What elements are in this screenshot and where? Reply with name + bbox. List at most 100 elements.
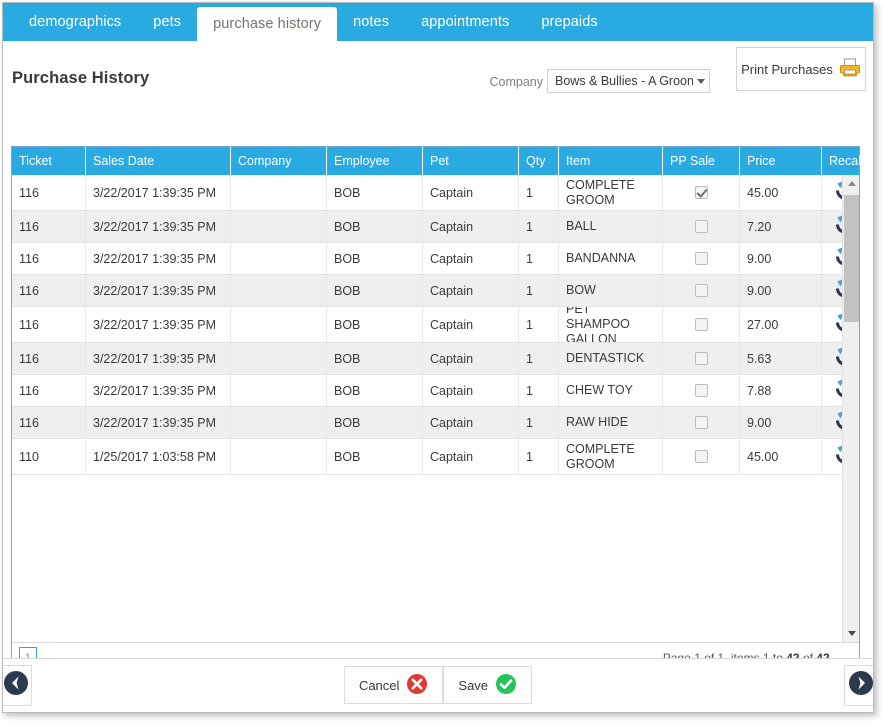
cell-pet: Captain xyxy=(423,275,519,306)
cell-ticket: 116 xyxy=(12,275,86,306)
tab-notes[interactable]: notes xyxy=(337,3,405,41)
cell-pp_sale[interactable] xyxy=(663,307,740,342)
table-row[interactable]: 116 3/22/2017 1:39:35 PM BOB Captain 1 COMPLE… xyxy=(12,175,859,211)
cell-qty: 1 xyxy=(519,275,559,306)
caret-down-icon xyxy=(847,631,856,636)
cell-pp_sale[interactable] xyxy=(663,175,740,210)
pp-sale-checkbox[interactable] xyxy=(694,186,708,199)
pp-sale-checkbox[interactable] xyxy=(694,416,708,429)
grid-header-row: Ticket Sales Date Company Employee Pet Qty Ite… xyxy=(12,147,873,175)
company-label: Company xyxy=(489,75,544,89)
company-dropdown[interactable]: Bows & Bullies - A Groon xyxy=(547,69,710,93)
grid-header-item[interactable]: Item xyxy=(559,147,663,175)
cancel-button[interactable]: Cancel xyxy=(343,666,444,704)
cell-ticket: 116 xyxy=(12,407,86,438)
grid-header-ticket[interactable]: Ticket xyxy=(12,147,86,175)
cell-pet: Captain xyxy=(423,211,519,242)
grid-header-recall[interactable]: Recall xyxy=(822,147,868,175)
cell-ticket: 116 xyxy=(12,307,86,342)
table-row[interactable]: 116 3/22/2017 1:39:35 PM BOB Captain 1 BOW 9.0… xyxy=(12,275,859,307)
cancel-x-icon xyxy=(406,673,428,698)
cell-pp_sale[interactable] xyxy=(663,343,740,374)
cell-pet: Captain xyxy=(423,343,519,374)
next-record-button[interactable] xyxy=(844,665,873,706)
screenshot-root: demographics pets purchase history notes app… xyxy=(0,0,883,727)
cell-company xyxy=(231,211,327,242)
cell-employee: BOB xyxy=(327,307,423,342)
cell-item-text: COMPLETE GROOM xyxy=(566,177,635,207)
scrollbar-thumb[interactable] xyxy=(844,195,859,322)
cell-pp_sale[interactable] xyxy=(663,275,740,306)
grid-header-pp_sale[interactable]: PP Sale xyxy=(663,147,740,175)
tab-panel-purchase-history: Purchase History Company Bows & Bullies … xyxy=(3,41,873,712)
tab-purchase-history[interactable]: purchase history xyxy=(197,7,338,41)
pp-sale-checkbox[interactable] xyxy=(694,384,708,397)
table-row[interactable]: 116 3/22/2017 1:39:35 PM BOB Captain 1 RAW HI… xyxy=(12,407,859,439)
cell-pp_sale[interactable] xyxy=(663,375,740,406)
tab-appointments[interactable]: appointments xyxy=(405,3,525,41)
cell-item: BALL xyxy=(559,211,663,242)
cell-item: DENTASTICK xyxy=(559,343,663,374)
table-row[interactable]: 116 3/22/2017 1:39:35 PM BOB Captain 1 CHEW T… xyxy=(12,375,859,407)
cell-pp_sale[interactable] xyxy=(663,211,740,242)
save-button[interactable]: Save xyxy=(443,666,533,704)
table-row[interactable]: 116 3/22/2017 1:39:35 PM BOB Captain 1 DENTAS… xyxy=(12,343,859,375)
cell-pp_sale[interactable] xyxy=(663,439,740,474)
table-row[interactable]: 116 3/22/2017 1:39:35 PM BOB Captain 1 PET SH… xyxy=(12,307,859,343)
grid-header-company[interactable]: Company xyxy=(231,147,327,175)
pp-sale-checkbox[interactable] xyxy=(694,220,708,233)
grid-header-qty[interactable]: Qty xyxy=(519,147,559,175)
cell-employee: BOB xyxy=(327,243,423,274)
cell-item-text: DENTASTICK xyxy=(566,351,645,366)
cell-pp_sale[interactable] xyxy=(663,407,740,438)
grid-header-price[interactable]: Price xyxy=(740,147,822,175)
cell-qty: 1 xyxy=(519,375,559,406)
cell-pp_sale[interactable] xyxy=(663,243,740,274)
cell-sales_date: 1/25/2017 1:03:58 PM xyxy=(86,439,231,474)
cell-price: 9.00 xyxy=(740,407,822,438)
tab-prepaids[interactable]: prepaids xyxy=(525,3,613,41)
purchase-history-grid: Ticket Sales Date Company Employee Pet Qty Ite… xyxy=(11,146,873,672)
cell-sales_date: 3/22/2017 1:39:35 PM xyxy=(86,175,231,210)
cell-qty: 1 xyxy=(519,439,559,474)
tab-label: prepaids xyxy=(541,14,598,30)
cell-employee: BOB xyxy=(327,175,423,210)
pp-sale-checkbox[interactable] xyxy=(694,252,708,265)
grid-header-sales_date[interactable]: Sales Date xyxy=(86,147,231,175)
primary-actions: Cancel Save xyxy=(3,666,873,704)
cell-item: COMPLETE GROOM xyxy=(559,175,663,210)
grid-header-employee[interactable]: Employee xyxy=(327,147,423,175)
company-dropdown-value: Bows & Bullies - A Groon xyxy=(555,74,693,88)
pp-sale-checkbox[interactable] xyxy=(694,284,708,297)
tab-pets[interactable]: pets xyxy=(137,3,197,41)
print-purchases-label: Print Purchases xyxy=(741,61,833,77)
cell-item-text: CHEW TOY xyxy=(566,383,633,398)
pp-sale-checkbox[interactable] xyxy=(694,450,708,463)
tab-demographics[interactable]: demographics xyxy=(13,3,137,41)
cell-item: RAW HIDE xyxy=(559,407,663,438)
table-row[interactable]: 116 3/22/2017 1:39:35 PM BOB Captain 1 BALL 7.… xyxy=(12,211,859,243)
tab-bar: demographics pets purchase history notes app… xyxy=(3,3,873,41)
cell-ticket: 116 xyxy=(12,343,86,374)
grid-vertical-scrollbar[interactable] xyxy=(842,175,859,642)
pp-sale-checkbox[interactable] xyxy=(694,318,708,331)
cell-qty: 1 xyxy=(519,175,559,210)
cell-ticket: 116 xyxy=(12,243,86,274)
cell-qty: 1 xyxy=(519,307,559,342)
grid-header-pet[interactable]: Pet xyxy=(423,147,519,175)
cell-employee: BOB xyxy=(327,439,423,474)
tab-label: demographics xyxy=(29,14,122,30)
cell-sales_date: 3/22/2017 1:39:35 PM xyxy=(86,343,231,374)
cell-pet: Captain xyxy=(423,407,519,438)
table-row[interactable]: 110 1/25/2017 1:03:58 PM BOB Captain 1 COMPLE… xyxy=(12,439,859,475)
scroll-up-button[interactable] xyxy=(843,175,859,192)
cell-employee: BOB xyxy=(327,375,423,406)
grid-body: 116 3/22/2017 1:39:35 PM BOB Captain 1 COMPLE… xyxy=(12,175,859,642)
table-row[interactable]: 116 3/22/2017 1:39:35 PM BOB Captain 1 BANDAN… xyxy=(12,243,859,275)
scroll-down-button[interactable] xyxy=(843,625,859,642)
pp-sale-checkbox[interactable] xyxy=(694,352,708,365)
cell-item: BANDANNA xyxy=(559,243,663,274)
cell-qty: 1 xyxy=(519,243,559,274)
print-purchases-button[interactable]: Print Purchases xyxy=(736,47,866,91)
cell-company xyxy=(231,343,327,374)
